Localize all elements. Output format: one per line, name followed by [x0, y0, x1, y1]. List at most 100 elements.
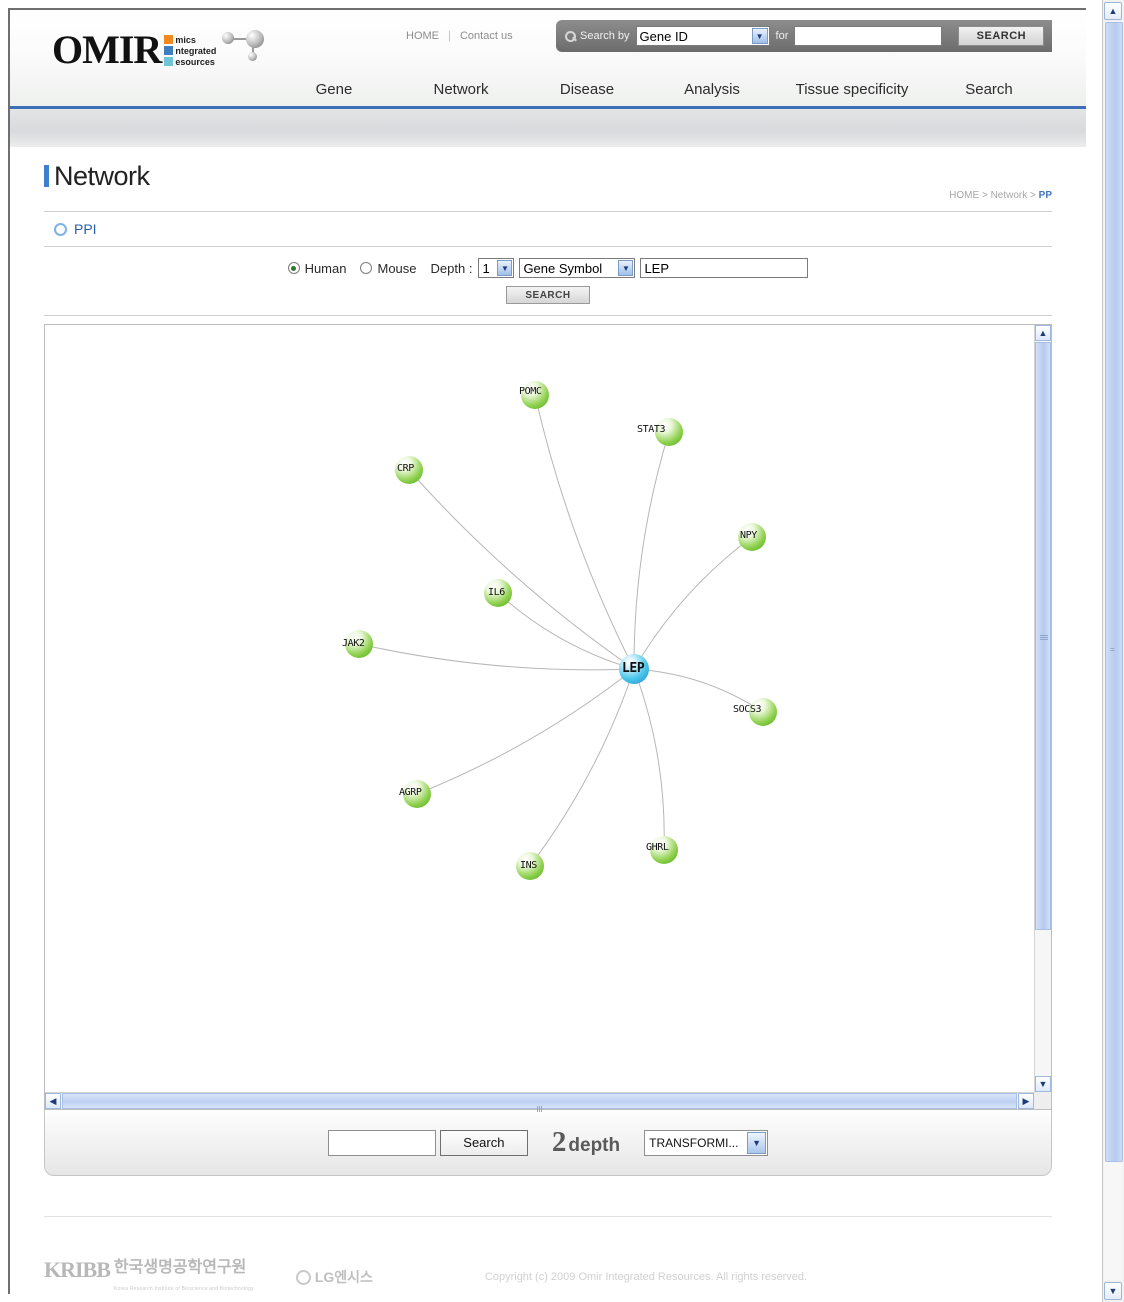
gene-symbol-input[interactable]: LEP — [640, 258, 809, 278]
form-search-button[interactable]: SEARCH — [506, 286, 590, 304]
radio-human-label: Human — [304, 260, 347, 276]
node-label: POMC — [519, 386, 542, 397]
page-title: Network — [44, 161, 150, 192]
id-type-select[interactable]: Gene Symbol ▼ — [519, 258, 636, 278]
network-edge — [633, 536, 753, 670]
scroll-grip-icon — [1040, 635, 1048, 641]
chevron-down-icon[interactable]: ▼ — [747, 1131, 767, 1154]
kribb-logo: KRIBB 한국생명공학연구원 Korea Research Institute… — [44, 1259, 254, 1294]
network-node[interactable]: INS — [516, 852, 544, 880]
network-node[interactable]: NPY — [738, 523, 766, 551]
site-footer: KRIBB 한국생명공학연구원 Korea Research Institute… — [44, 1217, 1052, 1294]
network-graph-canvas[interactable]: POMC STAT3 CRP NPY IL6 JAK2 SOCS3 AGRP GHRL INS LE… — [45, 325, 1034, 1092]
network-edge — [633, 668, 665, 851]
search-category-select[interactable]: Gene ID ▼ — [635, 26, 770, 46]
global-search-button[interactable]: SEARCH — [958, 26, 1045, 46]
graph-scroll-up-icon[interactable]: ▲ — [1035, 325, 1051, 341]
network-node[interactable]: GHRL — [646, 836, 678, 864]
home-link[interactable]: HOME — [406, 30, 439, 42]
query-form-row: Human Mouse Depth : 1 ▼ Gene Symbol ▼ LE… — [287, 258, 809, 278]
network-edge — [529, 668, 635, 867]
breadcrumb: HOME > Network > PP — [949, 190, 1052, 201]
breadcrumb-network[interactable]: Network — [991, 190, 1028, 201]
site-logo[interactable]: OMIR mics ntegrated esources — [52, 30, 272, 70]
nav-item-disease[interactable]: Disease — [524, 81, 650, 98]
chevron-down-icon[interactable]: ▼ — [497, 260, 513, 276]
breadcrumb-sep-1: > — [981, 190, 988, 201]
browser-vertical-scrollbar[interactable]: ▲ = ▼ — [1102, 0, 1124, 1302]
tab-ppi[interactable]: PPI — [44, 221, 97, 237]
logo-square-resources — [164, 57, 174, 66]
graph-vertical-scrollbar[interactable]: ▲ ▼ — [1034, 325, 1051, 1092]
graph-hscroll-thumb[interactable] — [62, 1093, 1017, 1112]
network-node-center[interactable]: LEP — [619, 654, 649, 684]
chevron-down-icon[interactable]: ▼ — [751, 28, 768, 44]
network-edges — [358, 394, 764, 867]
depth-select[interactable]: 1 ▼ — [478, 258, 515, 278]
kribb-english-name: Korea Research Institute of Bioscience a… — [113, 1286, 254, 1292]
radio-human[interactable] — [287, 262, 300, 274]
gene-symbol-value: LEP — [644, 260, 670, 276]
graph-vscroll-thumb[interactable] — [1035, 342, 1051, 930]
search-category-value: Gene ID — [639, 28, 688, 44]
node-label: CRP — [397, 463, 414, 474]
node-label: IL6 — [488, 587, 505, 598]
network-edge — [408, 469, 635, 670]
network-node[interactable]: IL6 — [484, 579, 512, 607]
network-edge — [416, 668, 635, 795]
radio-mouse-label: Mouse — [377, 260, 417, 276]
scroll-grip-icon — [536, 1099, 543, 1112]
contact-us-link[interactable]: Contact us — [460, 30, 513, 42]
network-graph-panel: POMC STAT3 CRP NPY IL6 JAK2 SOCS3 AGRP GHRL INS LE… — [44, 324, 1052, 1112]
node-label: INS — [520, 860, 537, 871]
nav-item-tissue-specificity[interactable]: Tissue specificity — [774, 81, 930, 98]
lg-circle-icon — [295, 1269, 311, 1285]
node-label: NPY — [740, 530, 757, 541]
network-node[interactable]: AGRP — [399, 780, 431, 808]
search-icon — [564, 30, 577, 43]
logo-expansion: mics ntegrated esources — [164, 34, 216, 67]
lg-nsys-name: LG엔시스 — [314, 1269, 373, 1285]
nav-item-gene[interactable]: Gene — [270, 81, 398, 98]
graph-search-input[interactable] — [327, 1129, 436, 1156]
title-accent-bar — [44, 165, 49, 187]
node-label: LEP — [622, 661, 645, 676]
network-node[interactable]: SOCS3 — [733, 698, 777, 726]
top-utility-links: HOME | Contact us — [406, 30, 513, 42]
logo-square-integrated — [164, 46, 174, 55]
radio-mouse[interactable] — [360, 262, 373, 274]
graph-search-button[interactable]: Search — [439, 1129, 528, 1156]
global-search-input[interactable] — [794, 26, 943, 46]
scrollbar-corner — [1034, 1092, 1051, 1109]
top-links-separator: | — [448, 30, 451, 42]
depth-indicator-number: 2 — [551, 1126, 567, 1158]
nav-item-analysis[interactable]: Analysis — [650, 81, 774, 98]
network-edge — [534, 394, 635, 670]
graph-scroll-right-icon[interactable]: ▶ — [1018, 1093, 1034, 1109]
depth-indicator-word: depth — [568, 1135, 621, 1156]
browser-scroll-up-icon[interactable]: ▲ — [1104, 2, 1122, 20]
main-content: Network HOME > Network > PP PPI Human Mo… — [10, 161, 1086, 1294]
network-node[interactable]: JAK2 — [342, 630, 373, 658]
site-header: OMIR mics ntegrated esources HOME | Cont… — [10, 10, 1086, 106]
graph-scroll-left-icon[interactable]: ◀ — [45, 1093, 61, 1109]
network-node[interactable]: POMC — [519, 381, 549, 409]
browser-scroll-down-icon[interactable]: ▼ — [1104, 1282, 1122, 1300]
node-label: AGRP — [399, 787, 422, 798]
breadcrumb-home[interactable]: HOME — [949, 190, 979, 201]
network-node[interactable]: CRP — [395, 456, 423, 484]
id-type-select-value: Gene Symbol — [523, 260, 603, 276]
nav-item-network[interactable]: Network — [398, 81, 524, 98]
breadcrumb-current: PP — [1038, 190, 1052, 201]
tab-ppi-label: PPI — [74, 221, 97, 237]
graph-filter-select[interactable]: TRANSFORMI... ▼ — [644, 1129, 769, 1156]
chevron-down-icon[interactable]: ▼ — [618, 260, 634, 276]
logo-text-integrated: ntegrated — [175, 45, 217, 56]
breadcrumb-sep-2: > — [1030, 190, 1036, 201]
browser-scroll-thumb[interactable] — [1105, 22, 1123, 1162]
network-node[interactable]: STAT3 — [637, 418, 683, 446]
nav-item-search[interactable]: Search — [930, 81, 1048, 98]
graph-scroll-down-icon[interactable]: ▼ — [1035, 1076, 1051, 1092]
graph-horizontal-scrollbar[interactable]: ◀ ▶ — [45, 1092, 1034, 1112]
node-label: JAK2 — [342, 638, 365, 649]
